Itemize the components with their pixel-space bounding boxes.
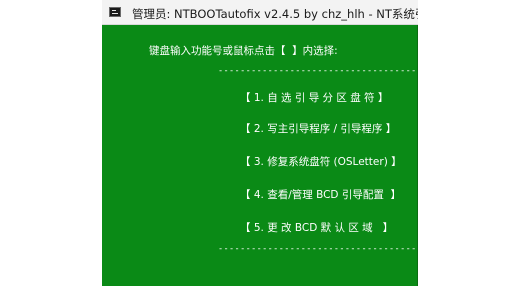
divider-top: ----------------------------------------… bbox=[218, 66, 418, 76]
menu-item-repair-os-letter[interactable]: 【 3. 修复系统盘符 (OSLetter) 】 bbox=[240, 154, 402, 169]
title-bar[interactable]: 管理员: NTBOOTautofix v2.4.5 by chz_hlh - N… bbox=[102, 0, 418, 25]
console-window: 管理员: NTBOOTautofix v2.4.5 by chz_hlh - N… bbox=[102, 0, 418, 286]
menu-item-write-boot-code[interactable]: 【 2. 写主引导程序 / 引导程序 】 bbox=[240, 121, 396, 136]
window-title: 管理员: NTBOOTautofix v2.4.5 by chz_hlh - N… bbox=[132, 7, 418, 21]
prompt-text: 键盘输入功能号或鼠标点击【 】内选择: bbox=[149, 45, 338, 57]
divider-bottom: ----------------------------------------… bbox=[218, 244, 418, 254]
menu-item-select-boot-partition[interactable]: 【 1. 自 选 引 导 分 区 盘 符 】 bbox=[240, 90, 388, 105]
menu-item-manage-bcd[interactable]: 【 4. 查看/管理 BCD 引导配置 】 bbox=[240, 187, 401, 202]
cmd-icon bbox=[109, 7, 121, 17]
menu-item-change-bcd-default[interactable]: 【 5. 更 改 BCD 默 认 区 域 】 bbox=[240, 220, 393, 235]
